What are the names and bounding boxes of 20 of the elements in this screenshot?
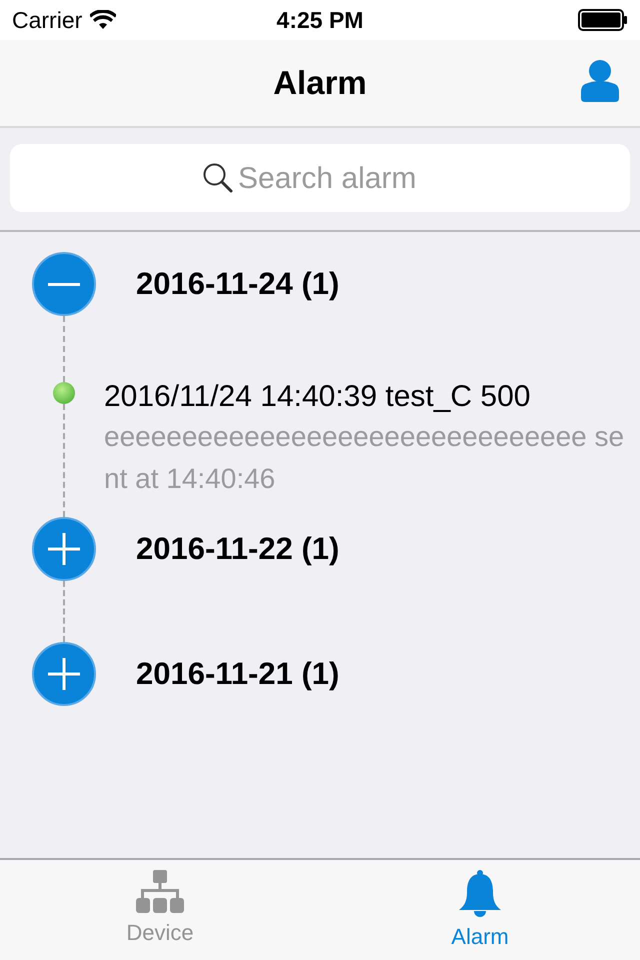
person-icon — [581, 60, 619, 102]
date-group-label[interactable]: 2016-11-22 (1) — [136, 526, 340, 572]
plus-icon — [48, 658, 80, 690]
hierarchy-icon — [136, 870, 184, 914]
clock-time: 4:25 PM — [276, 6, 364, 35]
bell-icon — [456, 870, 503, 918]
wifi-icon — [90, 10, 116, 30]
screen-title: Alarm — [273, 63, 367, 104]
minus-icon — [48, 282, 80, 286]
plus-icon — [48, 533, 80, 565]
profile-button[interactable] — [580, 60, 620, 102]
date-group-label[interactable]: 2016-11-24 (1) — [136, 260, 340, 308]
search-field[interactable]: Search alarm — [238, 156, 438, 200]
alarm-title[interactable]: 2016/11/24 14:40:39 test_C 500 — [104, 378, 626, 416]
tab-bar-item[interactable]: Alarm — [451, 860, 509, 960]
date-group-label[interactable]: 2016-11-21 (1) — [136, 650, 340, 698]
battery-icon — [578, 9, 628, 31]
search-icon — [202, 162, 234, 194]
carrier-label: Carrier — [12, 6, 82, 35]
alarm-message: eeeeeeeeeeeeeeeeeeeeeeeeeeeeeee sent at 14:40:46 — [104, 420, 626, 496]
